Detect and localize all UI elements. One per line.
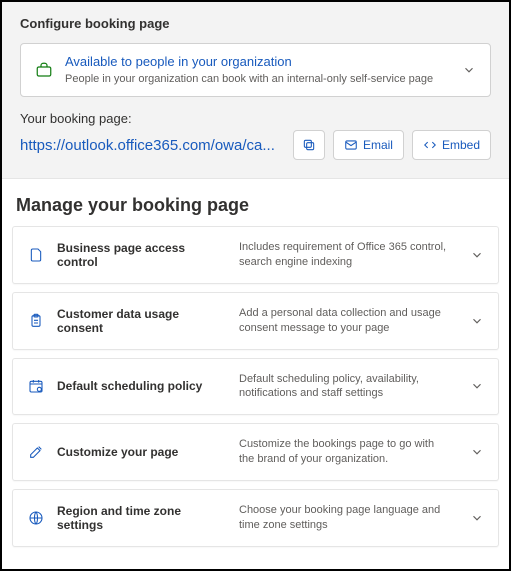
- setting-customize-page[interactable]: Customize your page Customize the bookin…: [12, 423, 499, 481]
- setting-desc: Choose your booking page language and ti…: [239, 503, 458, 533]
- setting-scheduling-policy[interactable]: Default scheduling policy Default schedu…: [12, 358, 499, 416]
- setting-desc: Customize the bookings page to go with t…: [239, 437, 458, 467]
- code-icon: [423, 138, 437, 152]
- chevron-down-icon: [470, 511, 484, 525]
- email-button[interactable]: Email: [333, 130, 404, 160]
- copy-button[interactable]: [293, 130, 325, 160]
- setting-title: Customer data usage consent: [57, 307, 227, 335]
- setting-desc: Add a personal data collection and usage…: [239, 306, 458, 336]
- mail-icon: [344, 138, 358, 152]
- setting-title: Region and time zone settings: [57, 504, 227, 532]
- manage-title: Manage your booking page: [2, 179, 509, 226]
- settings-list: Business page access control Includes re…: [2, 226, 509, 556]
- calendar-gear-icon: [27, 378, 45, 394]
- embed-button-label: Embed: [442, 138, 480, 152]
- availability-selector[interactable]: Available to people in your organization…: [20, 43, 491, 97]
- embed-button[interactable]: Embed: [412, 130, 491, 160]
- setting-title: Customize your page: [57, 445, 227, 459]
- briefcase-icon: [35, 61, 53, 79]
- paint-icon: [27, 444, 45, 460]
- copy-icon: [302, 138, 316, 152]
- setting-customer-consent[interactable]: Customer data usage consent Add a person…: [12, 292, 499, 350]
- chevron-down-icon: [470, 445, 484, 459]
- setting-business-access-control[interactable]: Business page access control Includes re…: [12, 226, 499, 284]
- availability-text: Available to people in your organization…: [65, 54, 450, 86]
- email-button-label: Email: [363, 138, 393, 152]
- setting-desc: Includes requirement of Office 365 contr…: [239, 240, 458, 270]
- booking-url-link[interactable]: https://outlook.office365.com/owa/ca...: [20, 137, 285, 154]
- chevron-down-icon: [470, 314, 484, 328]
- configure-section: Configure booking page Available to peop…: [2, 2, 509, 179]
- page-lock-icon: [27, 247, 45, 263]
- configure-title: Configure booking page: [20, 16, 491, 31]
- setting-desc: Default scheduling policy, availability,…: [239, 372, 458, 402]
- booking-url-label: Your booking page:: [20, 111, 491, 126]
- booking-url-row: https://outlook.office365.com/owa/ca... …: [20, 130, 491, 160]
- clipboard-icon: [27, 313, 45, 329]
- availability-subtitle: People in your organization can book wit…: [65, 72, 450, 86]
- chevron-down-icon: [470, 379, 484, 393]
- globe-icon: [27, 510, 45, 526]
- chevron-down-icon: [462, 63, 476, 77]
- setting-region-timezone[interactable]: Region and time zone settings Choose you…: [12, 489, 499, 547]
- availability-title: Available to people in your organization: [65, 54, 450, 71]
- setting-title: Default scheduling policy: [57, 379, 227, 393]
- setting-title: Business page access control: [57, 241, 227, 269]
- chevron-down-icon: [470, 248, 484, 262]
